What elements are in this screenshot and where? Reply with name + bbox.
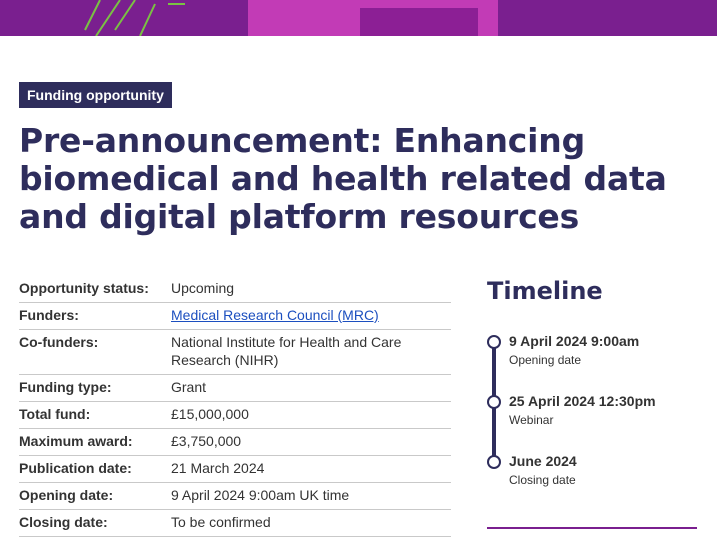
header-banner <box>0 0 717 36</box>
page-title: Pre-announcement: Enhancing biomedical a… <box>19 121 667 236</box>
decorative-lines-icon <box>84 0 185 36</box>
detail-row: Opportunity status: Upcoming <box>19 276 451 303</box>
timeline-heading: Timeline <box>487 277 603 305</box>
detail-key: Closing date: <box>19 514 108 530</box>
detail-key: Co-funders: <box>19 334 99 350</box>
timeline-label: Webinar <box>509 413 554 427</box>
timeline-label: Closing date <box>509 473 576 487</box>
funder-link[interactable]: Medical Research Council (MRC) <box>171 307 379 323</box>
detail-row: Total fund: £15,000,000 <box>19 402 451 429</box>
detail-value: To be confirmed <box>171 514 271 530</box>
detail-key: Maximum award: <box>19 433 133 449</box>
detail-key: Opportunity status: <box>19 280 149 296</box>
detail-row: Opening date: 9 April 2024 9:00am UK tim… <box>19 483 451 510</box>
detail-value: Medical Research Council (MRC) <box>171 306 451 324</box>
detail-key: Opening date: <box>19 487 114 503</box>
detail-value: £15,000,000 <box>171 406 249 422</box>
detail-row: Publication date: 21 March 2024 <box>19 456 451 483</box>
timeline-date: June 2024 <box>509 453 577 469</box>
timeline-dot-icon <box>487 455 501 469</box>
detail-key: Funders: <box>19 307 79 323</box>
detail-value: 9 April 2024 9:00am UK time <box>171 487 350 503</box>
detail-key: Total fund: <box>19 406 91 422</box>
detail-value: National Institute for Health and Care R… <box>171 334 402 368</box>
detail-value: £3,750,000 <box>171 433 242 449</box>
detail-row: Co-funders: National Institute for Healt… <box>19 330 451 375</box>
detail-value: Upcoming <box>171 280 235 296</box>
timeline-dot-icon <box>487 395 501 409</box>
opportunity-details: Opportunity status: Upcoming Funders: Me… <box>19 276 451 537</box>
banner-shape-dark <box>360 8 478 36</box>
detail-key: Publication date: <box>19 460 132 476</box>
detail-value: Grant <box>171 379 207 395</box>
detail-value: 21 March 2024 <box>171 460 265 476</box>
timeline-date: 9 April 2024 9:00am <box>509 333 640 349</box>
detail-row: Closing date: To be confirmed <box>19 510 451 537</box>
detail-row: Funders: Medical Research Council (MRC) <box>19 303 451 330</box>
timeline-date: 25 April 2024 12:30pm <box>509 393 656 409</box>
category-tag: Funding opportunity <box>19 82 172 108</box>
timeline: Timeline 9 April 2024 9:00am Opening dat… <box>487 276 697 487</box>
timeline-dot-icon <box>487 335 501 349</box>
detail-row: Maximum award: £3,750,000 <box>19 429 451 456</box>
detail-row: Funding type: Grant <box>19 375 451 402</box>
detail-key: Funding type: <box>19 379 112 395</box>
timeline-label: Opening date <box>509 353 582 367</box>
